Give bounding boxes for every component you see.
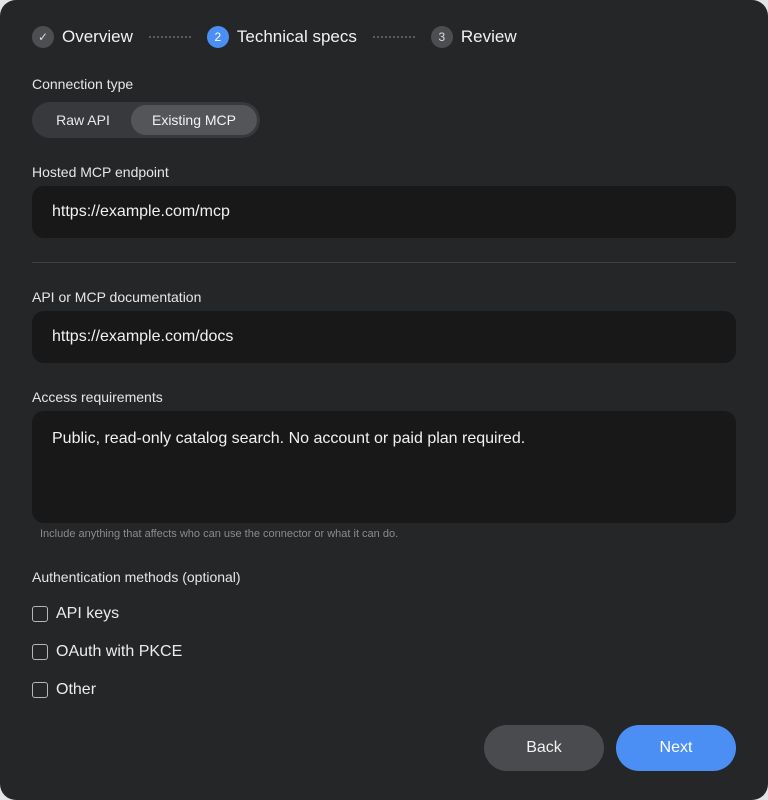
back-button[interactable]: Back: [484, 725, 604, 771]
checkbox[interactable]: [32, 606, 48, 622]
auth-methods-label: Authentication methods (optional): [32, 569, 241, 585]
divider: [32, 262, 736, 263]
endpoint-label: Hosted MCP endpoint: [32, 164, 169, 180]
existing-mcp-option[interactable]: Existing MCP: [131, 105, 257, 135]
step-connector: [372, 36, 415, 38]
connector-dialog: ✓ Overview 2 Technical specs 3 Review Co…: [0, 0, 768, 800]
documentation-input[interactable]: [32, 311, 736, 363]
checkbox-label: Other: [56, 681, 97, 698]
step-label: Overview: [62, 27, 133, 46]
stepper: ✓ Overview 2 Technical specs 3 Review: [32, 26, 517, 48]
next-button[interactable]: Next: [616, 725, 736, 771]
step-label: Technical specs: [236, 27, 357, 46]
step-number: 3: [430, 26, 453, 48]
access-requirements-hint: Include anything that affects who can us…: [40, 528, 399, 540]
checkbox[interactable]: [32, 644, 48, 660]
step-connector: [148, 36, 191, 38]
checkbox-label: API keys: [56, 605, 120, 622]
step-number: 2: [206, 26, 229, 48]
connection-type-label: Connection type: [32, 76, 134, 92]
auth-option-oauth-pkce[interactable]: OAuth with PKCE: [32, 642, 182, 662]
checkbox-label: OAuth with PKCE: [56, 643, 183, 660]
step-overview[interactable]: ✓ Overview: [32, 26, 133, 48]
endpoint-input[interactable]: [32, 186, 736, 238]
access-requirements-label: Access requirements: [32, 389, 163, 405]
auth-option-other[interactable]: Other: [32, 680, 96, 700]
step-technical-specs[interactable]: 2 Technical specs: [206, 26, 357, 48]
connection-type-toggle: Raw API Existing MCP: [32, 102, 260, 138]
checkbox[interactable]: [32, 682, 48, 698]
step-review[interactable]: 3 Review: [430, 26, 517, 48]
access-requirements-textarea[interactable]: Public, read-only catalog search. No acc…: [32, 411, 736, 523]
auth-option-api-keys[interactable]: API keys: [32, 604, 119, 624]
documentation-label: API or MCP documentation: [32, 289, 202, 305]
step-label: Review: [460, 27, 517, 46]
raw-api-option[interactable]: Raw API: [35, 105, 131, 135]
check-icon: ✓: [32, 26, 54, 48]
